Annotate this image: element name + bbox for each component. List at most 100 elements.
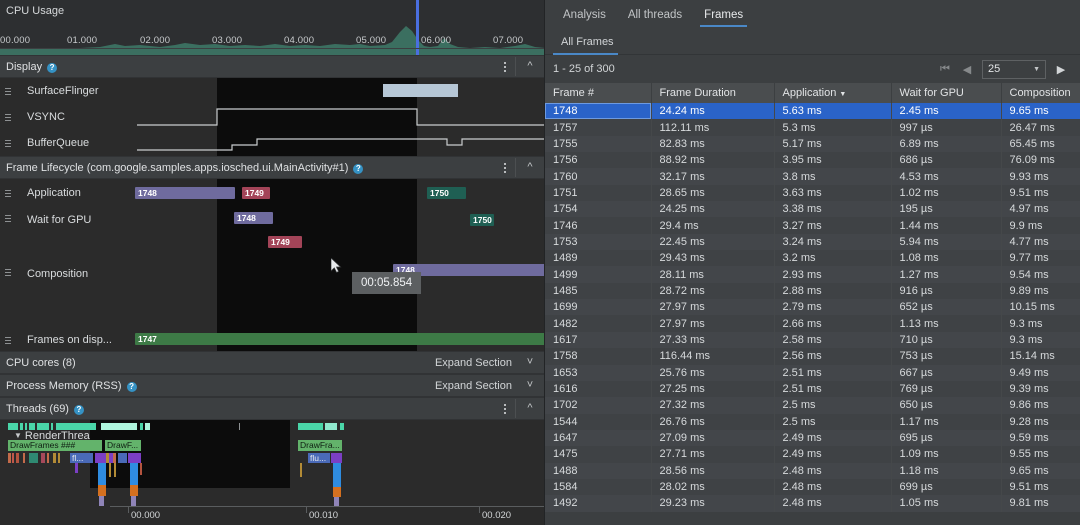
trace-slice[interactable] <box>114 463 116 477</box>
trace-slice[interactable] <box>95 453 113 463</box>
first-page-icon[interactable]: ⏮ <box>934 63 956 76</box>
table-row[interactable]: 1475 27.71 ms 2.49 ms 1.09 ms 9.55 ms <box>545 446 1080 463</box>
table-row[interactable]: 1746 29.4 ms 3.27 ms 1.44 ms 9.9 ms <box>545 217 1080 234</box>
next-page-icon[interactable]: ▶ <box>1050 63 1072 76</box>
help-icon[interactable]: ? <box>47 62 58 73</box>
track-surfaceflinger[interactable]: SurfaceFlinger <box>0 78 544 104</box>
column-header-frame-number[interactable]: Frame # <box>545 83 652 103</box>
previous-page-icon[interactable]: ◀ <box>956 63 978 76</box>
column-header-wait-for-gpu[interactable]: Wait for GPU <box>891 83 1002 103</box>
table-row[interactable]: 1492 29.23 ms 2.48 ms 1.05 ms 9.81 ms <box>545 495 1080 512</box>
tab-all-threads[interactable]: All threads <box>618 5 692 28</box>
track-canvas-frames-on-display[interactable]: 1747 <box>127 329 544 351</box>
trace-slice[interactable]: DrawFrames ### <box>8 440 102 451</box>
trace-slice[interactable] <box>29 453 38 463</box>
trace-slice[interactable] <box>130 463 138 485</box>
drag-handle-icon[interactable] <box>0 189 13 197</box>
frame-bar-display-1747[interactable]: 1747 <box>135 333 544 345</box>
trace-slice[interactable] <box>118 453 127 463</box>
track-canvas-application[interactable]: 1748 1749 1750 <box>127 179 544 207</box>
chevron-down-icon[interactable]: ˅ <box>516 353 544 372</box>
table-row[interactable]: 1751 28.65 ms 3.63 ms 1.02 ms 9.51 ms <box>545 184 1080 202</box>
table-row[interactable]: 1748 24.24 ms 5.63 ms 2.45 ms 9.65 ms <box>545 103 1080 120</box>
table-row[interactable]: 1488 28.56 ms 2.48 ms 1.18 ms 9.65 ms <box>545 462 1080 479</box>
kebab-menu-icon[interactable] <box>495 403 515 414</box>
sort-descending-icon[interactable]: ▼ <box>839 91 846 98</box>
trace-slice[interactable] <box>53 453 56 463</box>
expand-section-button[interactable]: Expand Section <box>435 357 516 369</box>
frame-bar-application-1748[interactable]: 1748 <box>135 187 235 199</box>
trace-slice[interactable] <box>113 453 116 463</box>
track-bufferqueue[interactable]: BufferQueue <box>0 130 544 156</box>
help-icon[interactable]: ? <box>353 163 364 174</box>
section-header-display[interactable]: Display ? ^ <box>0 55 544 78</box>
track-composition[interactable]: Composition 1748 <box>0 259 544 329</box>
trace-slice[interactable] <box>128 453 141 463</box>
trace-slice[interactable] <box>140 463 142 475</box>
frame-bar-application-1750[interactable]: 1750 <box>427 187 466 199</box>
trace-slice[interactable] <box>47 453 49 463</box>
table-row[interactable]: 1616 27.25 ms 2.51 ms 769 µs 9.39 ms <box>545 380 1080 398</box>
trace-slice[interactable] <box>23 453 25 463</box>
frame-bar-gpu-1750[interactable]: 1750 <box>470 214 494 226</box>
chevron-up-icon[interactable]: ^ <box>515 158 544 177</box>
table-row[interactable]: 1584 28.02 ms 2.48 ms 699 µs 9.51 ms <box>545 478 1080 496</box>
track-wait-for-gpu[interactable]: Wait for GPU 1748 1750 1749 <box>0 207 544 259</box>
chevron-down-icon[interactable]: ▼ <box>1033 66 1040 73</box>
trace-slice[interactable] <box>16 453 19 463</box>
frame-bar-gpu-1749[interactable]: 1749 <box>268 236 302 248</box>
drag-handle-icon[interactable] <box>0 87 13 95</box>
kebab-menu-icon[interactable] <box>495 162 515 173</box>
trace-slice[interactable] <box>300 463 302 477</box>
table-row[interactable]: 1489 29.43 ms 3.2 ms 1.08 ms 9.77 ms <box>545 250 1080 267</box>
track-frames-on-display[interactable]: Frames on disp... 1747 <box>0 329 544 351</box>
table-row[interactable]: 1499 28.11 ms 2.93 ms 1.27 ms 9.54 ms <box>545 266 1080 283</box>
column-header-composition[interactable]: Composition <box>1001 83 1080 103</box>
trace-slice[interactable] <box>8 453 11 463</box>
column-header-application[interactable]: Application ▼ <box>774 83 892 103</box>
track-vsync[interactable]: VSYNC <box>0 104 544 130</box>
column-header-frame-duration[interactable]: Frame Duration <box>651 83 775 103</box>
subtab-all-frames[interactable]: All Frames <box>553 33 624 55</box>
cpu-usage-chart[interactable]: CPU Usage 00.000 01.000 02.000 03.000 04… <box>0 0 544 55</box>
trace-slice[interactable] <box>106 453 109 463</box>
drag-handle-icon[interactable] <box>0 207 13 222</box>
trace-slice[interactable]: fl... <box>70 453 93 463</box>
page-size-select[interactable]: 25 ▼ <box>982 59 1046 79</box>
timeline-ruler[interactable]: 00.000 00.010 00.020 <box>110 506 544 525</box>
trace-slice[interactable] <box>333 463 341 487</box>
frames-table-container[interactable]: Frame # Frame Duration Application ▼ Wai… <box>545 83 1080 525</box>
frame-bar-application-1749[interactable]: 1749 <box>242 187 270 199</box>
trace-slice[interactable] <box>58 453 60 463</box>
trace-slice[interactable] <box>75 463 78 473</box>
trace-slice[interactable] <box>331 453 342 463</box>
trace-slice[interactable] <box>333 487 341 497</box>
trace-slice[interactable] <box>12 453 14 463</box>
section-header-process-memory[interactable]: Process Memory (RSS) ? Expand Section ˅ <box>0 374 544 397</box>
table-row[interactable]: 1702 27.32 ms 2.5 ms 650 µs 9.86 ms <box>545 397 1080 414</box>
drag-handle-icon[interactable] <box>0 113 13 121</box>
table-row[interactable]: 1755 82.83 ms 5.17 ms 6.89 ms 65.45 ms <box>545 135 1080 153</box>
trace-slice[interactable] <box>109 463 111 477</box>
table-row[interactable]: 1756 88.92 ms 3.95 ms 686 µs 76.09 ms <box>545 152 1080 169</box>
trace-slice[interactable] <box>98 463 106 485</box>
section-header-threads[interactable]: Threads (69) ? ^ <box>0 397 544 420</box>
track-canvas-wait-for-gpu[interactable]: 1748 1750 1749 <box>127 207 544 259</box>
trace-slice[interactable] <box>131 496 136 506</box>
table-row[interactable]: 1754 24.25 ms 3.38 ms 195 µs 4.97 ms <box>545 201 1080 218</box>
table-row[interactable]: 1653 25.76 ms 2.51 ms 667 µs 9.49 ms <box>545 364 1080 381</box>
tab-analysis[interactable]: Analysis <box>553 5 616 28</box>
drag-handle-icon[interactable] <box>0 259 13 276</box>
help-icon[interactable]: ? <box>126 381 137 392</box>
drag-handle-icon[interactable] <box>0 336 13 344</box>
table-row[interactable]: 1760 32.17 ms 3.8 ms 4.53 ms 9.93 ms <box>545 168 1080 185</box>
trace-slice[interactable] <box>98 485 106 496</box>
trace-slice[interactable] <box>41 453 45 463</box>
table-row[interactable]: 1647 27.09 ms 2.49 ms 695 µs 9.59 ms <box>545 429 1080 447</box>
thread-renderthread[interactable]: ▼ RenderThread DrawFrames ### DrawF... D… <box>0 420 544 506</box>
trace-slice[interactable]: DrawFra... <box>298 440 342 451</box>
trace-slice[interactable] <box>130 485 138 496</box>
chevron-up-icon[interactable]: ^ <box>515 399 544 418</box>
trace-slice[interactable]: flu... <box>308 453 330 463</box>
trace-slice[interactable] <box>99 496 104 506</box>
